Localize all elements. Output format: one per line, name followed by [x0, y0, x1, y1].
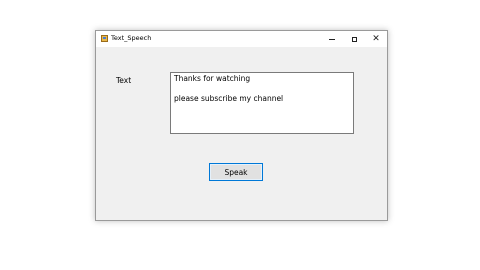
app-window: Text_Speech ✕ Text Thanks for watching p…	[95, 30, 388, 221]
maximize-button[interactable]	[343, 31, 365, 47]
text-label: Text	[116, 76, 132, 85]
form-client-area: Text Thanks for watching please subscrib…	[96, 47, 387, 221]
window-title: Text_Speech	[111, 34, 152, 42]
close-icon: ✕	[372, 33, 380, 44]
title-bar[interactable]: Text_Speech ✕	[96, 31, 387, 47]
speak-button[interactable]: Speak	[209, 163, 263, 181]
close-button[interactable]: ✕	[365, 31, 387, 47]
minimize-button[interactable]	[321, 31, 343, 47]
text-input[interactable]: Thanks for watching please subscribe my …	[170, 72, 354, 134]
maximize-icon	[351, 36, 357, 42]
app-icon	[101, 35, 108, 42]
minimize-icon	[329, 38, 335, 40]
